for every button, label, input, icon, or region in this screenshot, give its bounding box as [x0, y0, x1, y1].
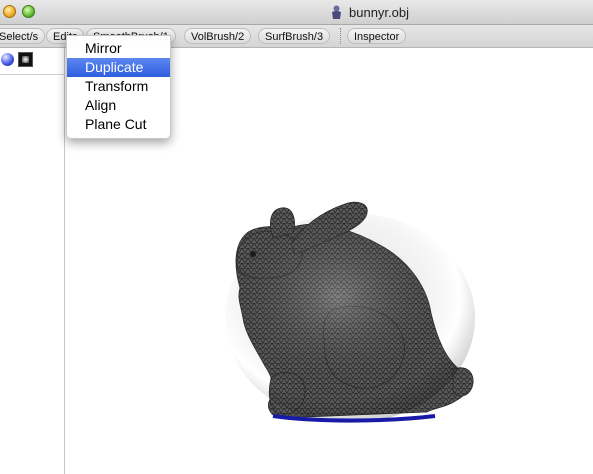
sphere-icon[interactable] [1, 53, 14, 66]
inspector-button[interactable]: Inspector [347, 28, 407, 44]
volbrush-tool-button[interactable]: VolBrush/2 [184, 28, 252, 44]
bunny-eye [250, 251, 256, 257]
left-panel-toolbar [0, 48, 64, 75]
toolbar-separator [340, 28, 342, 44]
menu-item-transform[interactable]: Transform [67, 77, 170, 96]
zoom-button[interactable] [22, 5, 35, 18]
select-tool-button[interactable]: Select/s [0, 28, 46, 44]
minimize-button[interactable] [3, 5, 16, 18]
window-title: bunnyr.obj [349, 4, 409, 20]
surfbrush-tool-button[interactable]: SurfBrush/3 [258, 28, 331, 44]
title-bar[interactable]: bunnyr.obj [0, 0, 593, 25]
left-panel [0, 48, 65, 474]
app-window: bunnyr.obj Select/s Edits SmoothBrush/1 … [0, 0, 593, 474]
app-figure-icon [332, 5, 341, 19]
edits-dropdown-menu: Mirror Duplicate Transform Align Plane C… [66, 35, 171, 139]
window-title-group: bunnyr.obj [330, 3, 409, 21]
mesh-shading [225, 213, 475, 423]
menu-item-align[interactable]: Align [67, 96, 170, 115]
menu-item-plane-cut[interactable]: Plane Cut [67, 115, 170, 134]
menu-item-duplicate[interactable]: Duplicate [67, 58, 170, 77]
material-square-icon[interactable] [18, 52, 33, 67]
menu-item-mirror[interactable]: Mirror [67, 39, 170, 58]
